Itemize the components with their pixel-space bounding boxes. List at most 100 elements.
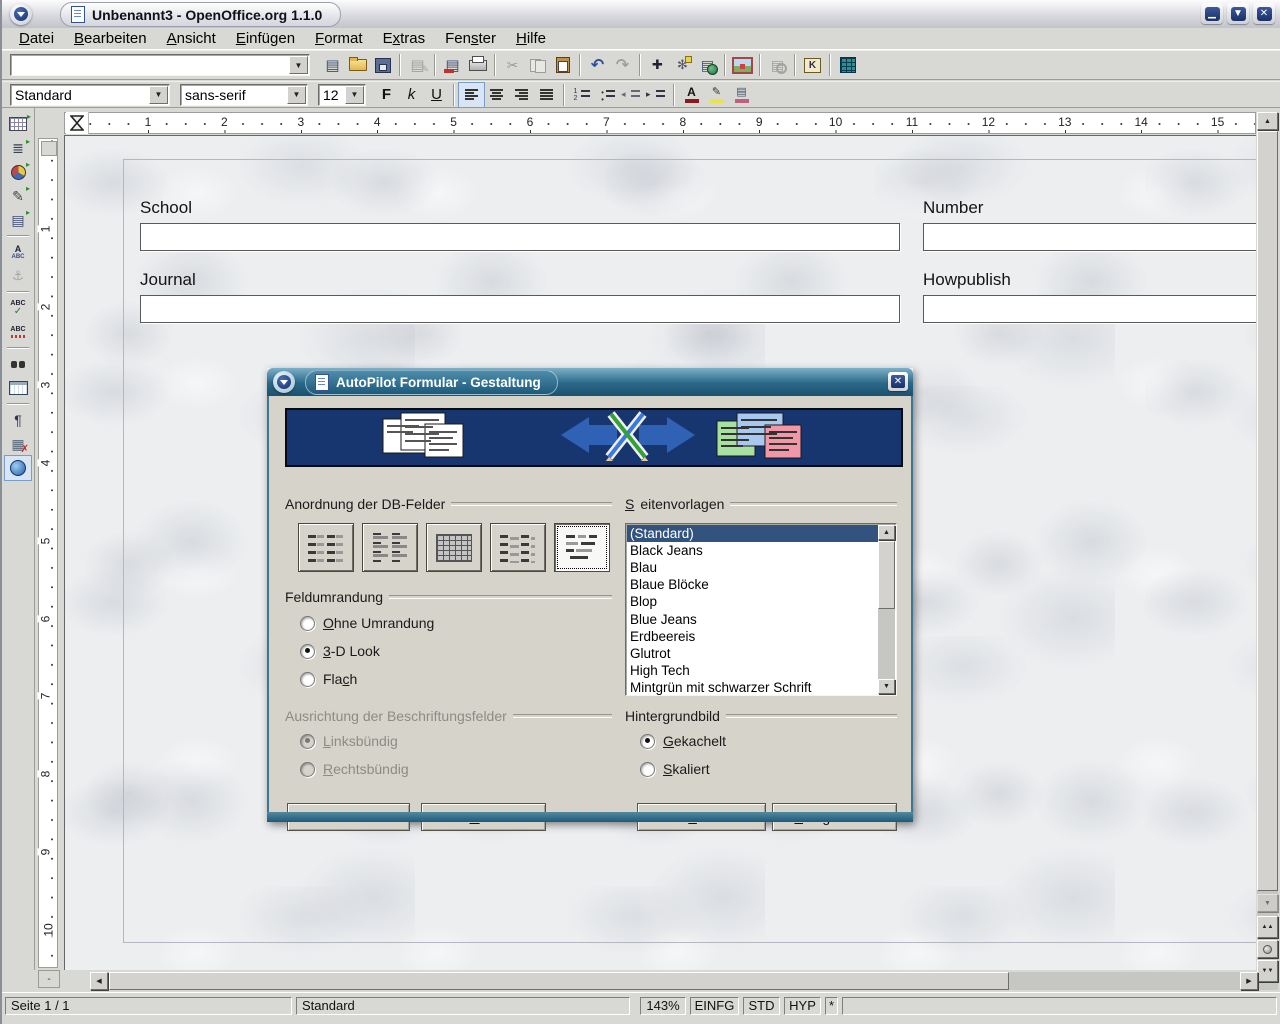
new-document-icon[interactable] bbox=[320, 53, 345, 77]
form-field-input[interactable] bbox=[923, 223, 1256, 251]
list-item[interactable]: Glutrot bbox=[627, 645, 878, 662]
style-dropdown-icon[interactable]: ▼ bbox=[149, 86, 168, 104]
redo-icon[interactable] bbox=[610, 53, 635, 77]
scroll-right-icon[interactable]: ▶ bbox=[1240, 972, 1258, 990]
url-dropdown-icon[interactable]: ▼ bbox=[289, 56, 308, 74]
menu-item[interactable]: Ansicht bbox=[158, 29, 225, 48]
data-sources-icon[interactable] bbox=[5, 376, 31, 400]
window-menu-button[interactable] bbox=[10, 3, 32, 25]
hyperlink-icon[interactable] bbox=[695, 53, 720, 77]
ruler-splitter[interactable]: - bbox=[38, 970, 60, 988]
list-item[interactable]: (Standard) bbox=[627, 525, 878, 542]
scroll-down-icon[interactable]: ▼ bbox=[1257, 894, 1278, 912]
bold-icon[interactable]: F bbox=[374, 83, 399, 107]
find-replace-icon[interactable] bbox=[5, 352, 31, 376]
decrease-indent-icon[interactable] bbox=[619, 83, 644, 107]
online-layout-icon[interactable] bbox=[5, 456, 31, 480]
listbox-scroll-up-icon[interactable]: ▲ bbox=[878, 525, 895, 540]
page-styles-listbox[interactable]: (Standard)Black JeansBlauBlaue BlöckeBlo… bbox=[625, 523, 897, 696]
next-page-icon[interactable]: ▼▼ bbox=[1257, 960, 1278, 982]
arrangement-table-icon[interactable] bbox=[426, 523, 482, 572]
insert-fields-icon[interactable] bbox=[670, 53, 695, 77]
radio-option[interactable]: 3-D Look bbox=[300, 643, 380, 659]
list-item[interactable]: Blop bbox=[627, 593, 878, 610]
status-insert-mode[interactable]: EINFG bbox=[690, 997, 739, 1015]
paste-icon[interactable] bbox=[550, 53, 575, 77]
auto-spellcheck-icon[interactable] bbox=[5, 320, 31, 344]
menu-item[interactable]: Format bbox=[306, 29, 372, 48]
save-document-icon[interactable] bbox=[370, 53, 395, 77]
navigator-icon[interactable] bbox=[800, 53, 825, 77]
dialog-titlebar[interactable]: AutoPilot Formular - Gestaltung ✕ bbox=[267, 368, 913, 396]
size-dropdown-icon[interactable]: ▼ bbox=[345, 86, 364, 104]
highlighting-icon[interactable] bbox=[704, 83, 729, 107]
previous-page-icon[interactable]: ▲▲ bbox=[1257, 916, 1278, 938]
listbox-scroll-down-icon[interactable]: ▼ bbox=[878, 679, 895, 694]
status-selection-mode[interactable]: STD bbox=[743, 997, 780, 1015]
vertical-scrollbar[interactable]: ▲ ▼ ▲▲ ▼▼ bbox=[1257, 112, 1278, 990]
direct-cursor-icon[interactable] bbox=[645, 53, 670, 77]
scroll-up-icon[interactable]: ▲ bbox=[1257, 112, 1278, 130]
list-item[interactable]: Mintgrün mit schwarzer Schrift bbox=[627, 679, 878, 696]
status-modified-flag[interactable]: * bbox=[825, 997, 838, 1015]
bullet-list-icon[interactable] bbox=[594, 83, 619, 107]
cut-icon[interactable] bbox=[500, 53, 525, 77]
maximize-button[interactable]: ▼ bbox=[1227, 3, 1249, 24]
print-icon[interactable] bbox=[465, 53, 490, 77]
font-color-icon[interactable] bbox=[679, 83, 704, 107]
graphics-onoff-icon[interactable] bbox=[5, 432, 31, 456]
list-item[interactable]: Erdbeereis bbox=[627, 628, 878, 645]
copy-icon[interactable] bbox=[525, 53, 550, 77]
vertical-scrollbar-thumb[interactable] bbox=[1257, 131, 1278, 891]
status-page-style[interactable]: Standard bbox=[296, 997, 630, 1015]
menu-item[interactable]: Hilfe bbox=[507, 29, 555, 48]
insert-table-icon[interactable] bbox=[5, 112, 31, 136]
scroll-left-icon[interactable]: ◀ bbox=[90, 972, 108, 990]
edit-file-icon[interactable] bbox=[405, 53, 430, 77]
horizontal-scrollbar[interactable]: ◀ ▶ bbox=[90, 972, 1258, 990]
align-justify-icon[interactable] bbox=[534, 83, 559, 107]
align-left-icon[interactable] bbox=[459, 83, 484, 107]
list-item[interactable]: Blau bbox=[627, 559, 878, 576]
url-combobox[interactable]: ▼ bbox=[10, 54, 310, 76]
form-field-input[interactable] bbox=[923, 295, 1256, 323]
font-dropdown-icon[interactable]: ▼ bbox=[287, 86, 306, 104]
listbox-scrollbar[interactable]: ▲ ▼ bbox=[878, 525, 895, 694]
anchor-icon[interactable] bbox=[5, 264, 31, 288]
radio-option[interactable]: Gekachelt bbox=[640, 733, 726, 749]
list-item[interactable]: Blaue Blöcke bbox=[627, 576, 878, 593]
paragraph-style-input[interactable] bbox=[11, 87, 169, 103]
radio-option[interactable]: Flach bbox=[300, 671, 357, 687]
spellcheck-icon[interactable] bbox=[5, 296, 31, 320]
radio-option[interactable]: Ohne Umrandung bbox=[300, 615, 434, 631]
radio-option[interactable]: Skaliert bbox=[640, 761, 710, 777]
arrangement-alternating-icon[interactable] bbox=[490, 523, 546, 572]
stylist-icon[interactable] bbox=[835, 53, 860, 77]
list-item[interactable]: Blue Jeans bbox=[627, 610, 878, 627]
menu-item[interactable]: Fenster bbox=[436, 29, 505, 48]
arrangement-labels-left-icon[interactable] bbox=[298, 523, 354, 572]
tab-type-selector[interactable] bbox=[66, 112, 89, 134]
italic-icon[interactable]: k bbox=[399, 83, 424, 107]
insert-section-icon[interactable] bbox=[5, 136, 31, 160]
font-name-combobox[interactable]: ▼ bbox=[180, 84, 308, 106]
gallery-icon[interactable] bbox=[730, 53, 755, 77]
horizontal-scrollbar-thumb[interactable] bbox=[109, 972, 1009, 990]
horizontal-ruler[interactable]: 123456789101112131415 bbox=[64, 112, 1256, 134]
insert-object-icon[interactable] bbox=[5, 160, 31, 184]
nonprinting-characters-icon[interactable] bbox=[5, 408, 31, 432]
arrangement-labels-above-icon[interactable] bbox=[362, 523, 418, 572]
menu-item[interactable]: Bearbeiten bbox=[65, 29, 156, 48]
vertical-ruler[interactable]: 12345678910 bbox=[38, 138, 58, 968]
form-functions-icon[interactable] bbox=[5, 208, 31, 232]
listbox-scrollbar-thumb[interactable] bbox=[878, 541, 895, 609]
status-hyperlink-mode[interactable]: HYP bbox=[784, 997, 821, 1015]
font-size-combobox[interactable]: ▼ bbox=[318, 84, 366, 106]
align-right-icon[interactable] bbox=[509, 83, 534, 107]
zoom-icon[interactable] bbox=[765, 53, 790, 77]
increase-indent-icon[interactable] bbox=[644, 83, 669, 107]
menu-item[interactable]: Einfügen bbox=[227, 29, 304, 48]
export-pdf-icon[interactable] bbox=[440, 53, 465, 77]
close-button[interactable]: ✕ bbox=[1253, 3, 1275, 24]
draw-functions-icon[interactable] bbox=[5, 184, 31, 208]
